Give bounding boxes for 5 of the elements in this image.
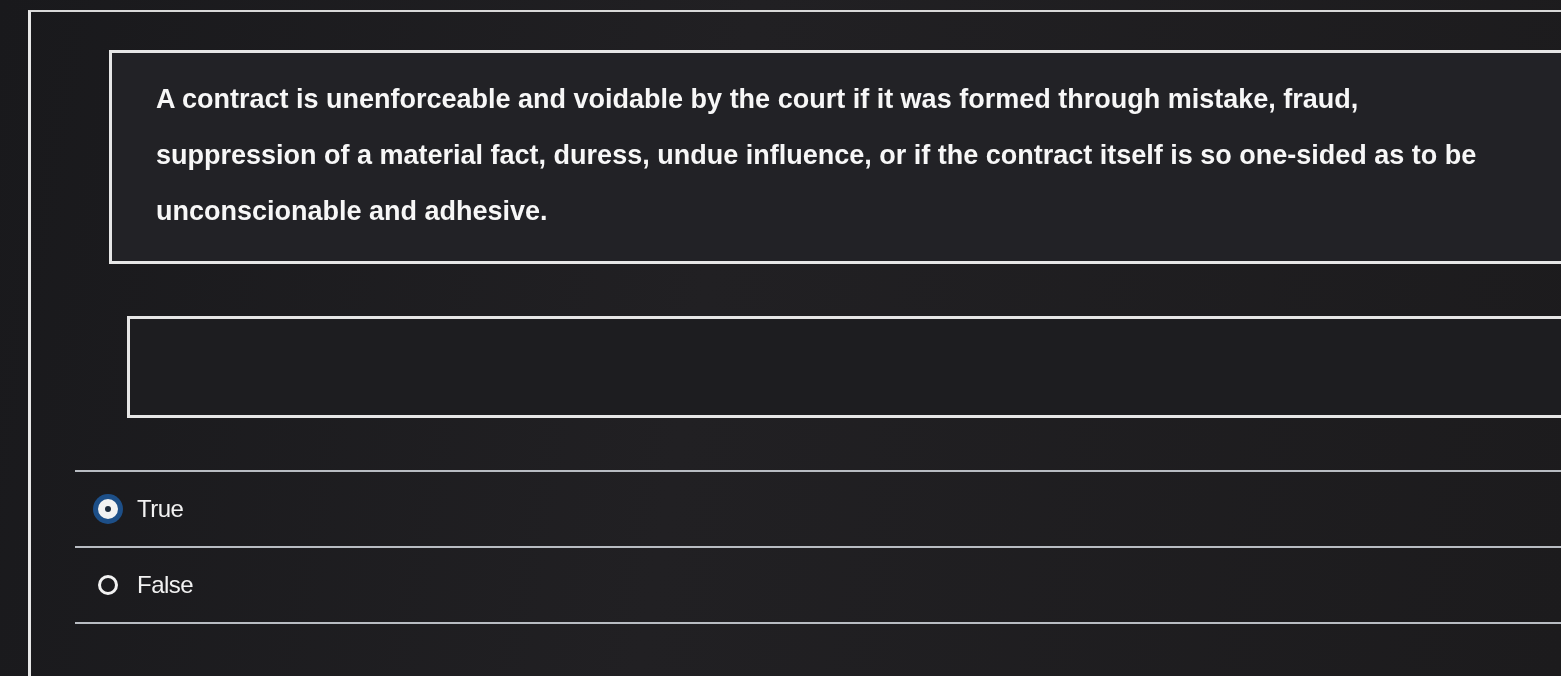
answer-box[interactable] <box>127 316 1561 418</box>
question-text: A contract is unenforceable and voidable by the court if it was formed through mistake, fraud, suppression of a material fact, duress, undue influence, or if the contract itself is so one-sided as to be unconscionable and adhesive. <box>156 83 1478 228</box>
option-label: False <box>137 571 194 599</box>
radio-button[interactable] <box>98 575 118 595</box>
option-label: True <box>137 495 184 523</box>
